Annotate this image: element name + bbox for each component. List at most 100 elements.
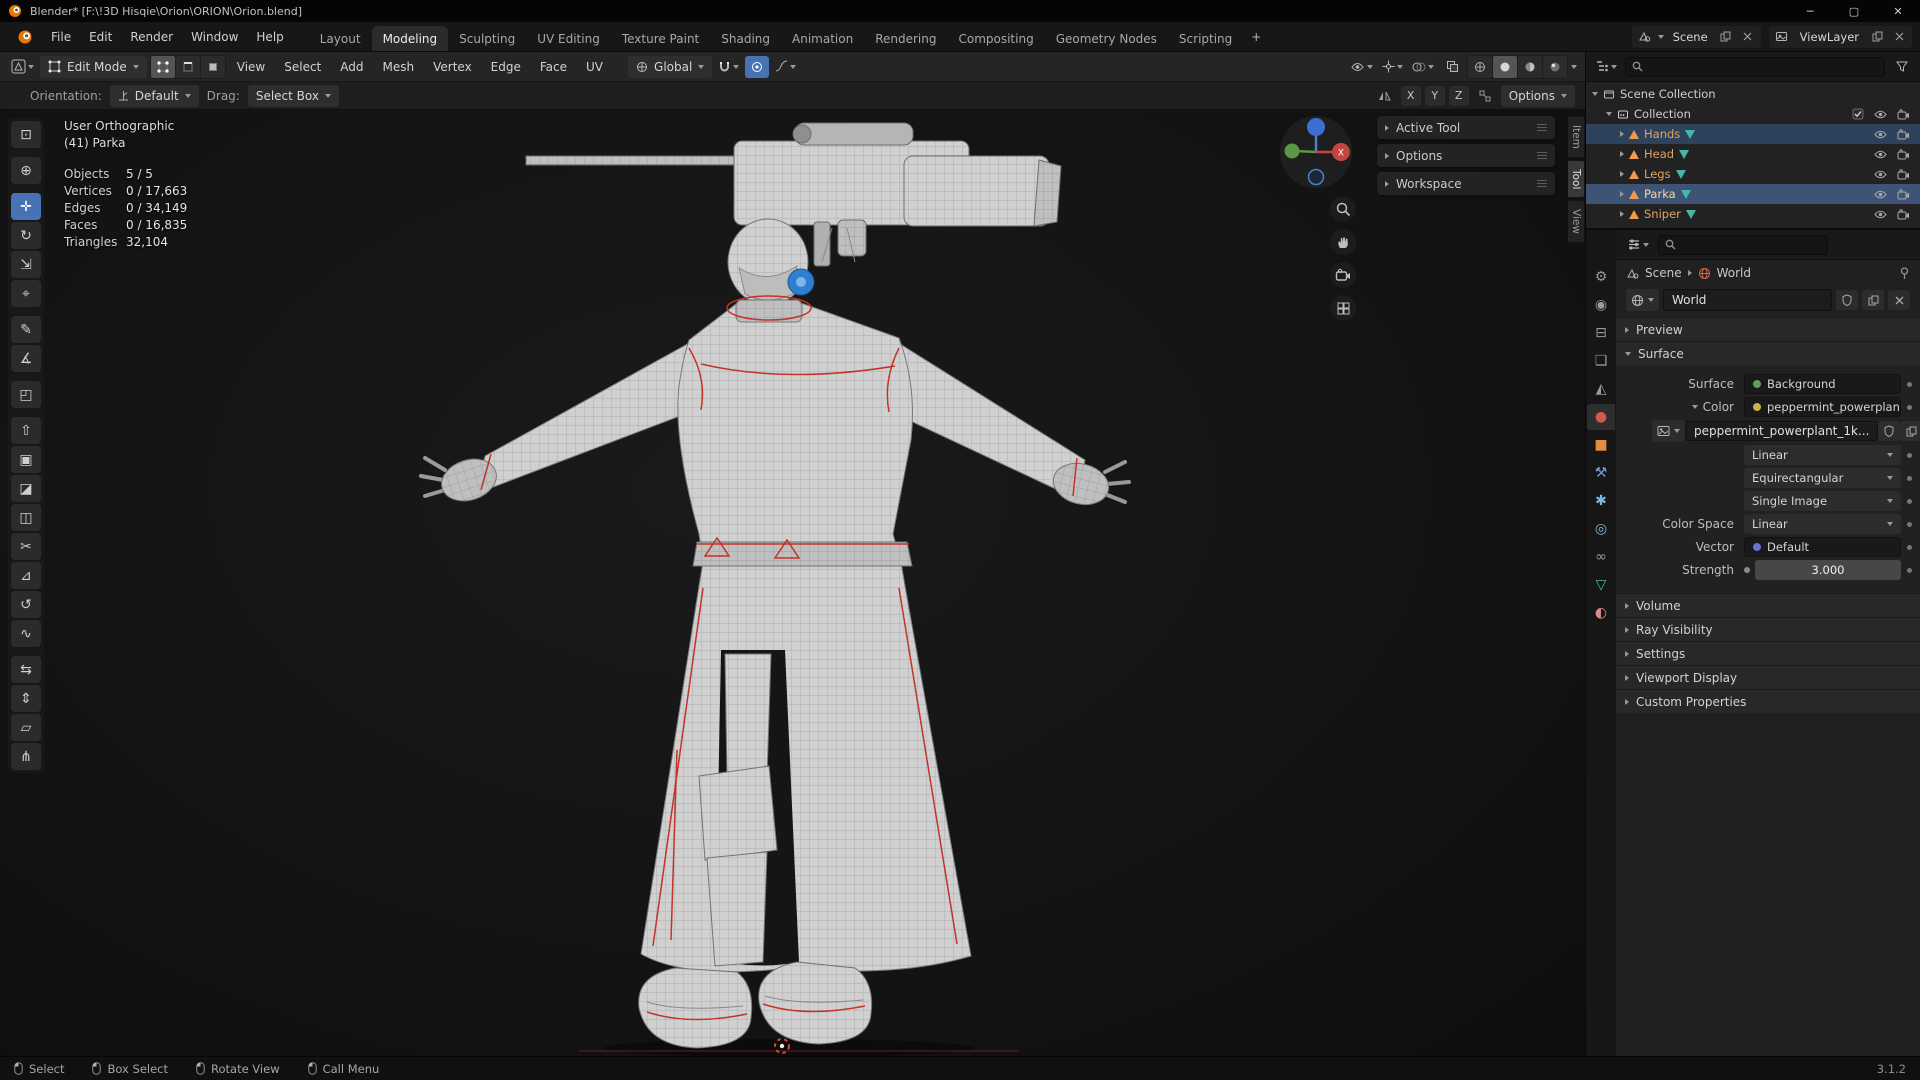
tool-button[interactable]: ▱ [11,714,41,741]
n-panel-tab[interactable]: Item [1568,116,1585,158]
mirror-axis-toggle[interactable]: X [1400,85,1421,106]
n-panel-tab[interactable]: Tool [1568,159,1585,199]
snap-settings-icon[interactable] [1473,85,1497,107]
transform-orientation-dropdown[interactable]: Global [628,55,713,78]
hide-viewport-eye-icon[interactable] [1873,129,1888,140]
properties-tab[interactable]: ◐ [1587,600,1615,626]
decorator-dot-icon[interactable] [1907,404,1912,410]
mirror-axis-toggle[interactable]: Y [1424,85,1445,106]
image-name-field[interactable]: peppermint_powerplant_1k... [1685,421,1879,441]
options-dropdown[interactable]: Options [1500,84,1575,107]
snap-toggle-button[interactable] [715,56,742,78]
hide-viewport-eye-icon[interactable] [1873,169,1888,180]
expand-icon[interactable] [1620,211,1624,217]
workspace-tab[interactable]: Layout [309,26,372,51]
camera-view-icon[interactable] [1330,262,1356,288]
show-overlays-button[interactable] [1409,56,1437,78]
face-select-mode-button[interactable] [200,55,225,78]
tool-button[interactable]: ∿ [11,620,41,647]
tool-button[interactable]: ⌖ [11,280,41,307]
n-panel-header[interactable]: Workspace [1377,172,1555,195]
properties-tab[interactable]: ∞ [1587,544,1615,570]
drag-setting-dropdown[interactable]: Select Box [247,84,339,107]
mode-dropdown[interactable]: Edit Mode [40,55,147,78]
menu-item[interactable]: Window [182,22,247,51]
browse-world-button[interactable] [1626,289,1659,311]
add-workspace-button[interactable]: + [1243,22,1269,51]
expand-icon[interactable] [1620,191,1624,197]
workspace-tab[interactable]: Scripting [1168,26,1243,51]
collapsed-panel-header[interactable]: Viewport Display [1616,665,1920,689]
outliner-search-input[interactable] [1625,56,1885,77]
expand-icon[interactable] [1620,151,1624,157]
workspace-tab[interactable]: Modeling [371,26,449,51]
workspace-tab[interactable]: Rendering [864,26,947,51]
projection-dropdown[interactable]: Equirectangular [1744,468,1901,488]
object-name[interactable]: Parka [1644,187,1676,201]
source-dropdown[interactable]: Single Image [1744,491,1901,511]
viewport-menu-item[interactable]: Edge [483,56,529,78]
viewport-menu-item[interactable]: Vertex [425,56,480,78]
xray-toggle-button[interactable] [1440,56,1464,78]
tool-button[interactable]: ⊿ [11,562,41,589]
shading-solid-button[interactable] [1493,55,1517,78]
world-name-field[interactable]: World [1663,289,1832,311]
properties-tab[interactable]: ◉ [1587,292,1615,318]
menu-item[interactable]: File [42,22,80,51]
menu-item[interactable]: Edit [80,22,121,51]
tool-button[interactable]: ∡ [11,345,41,372]
disable-render-camera-icon[interactable] [1897,148,1910,160]
tool-button[interactable]: ◫ [11,504,41,531]
tool-button[interactable]: ↺ [11,591,41,618]
properties-tab[interactable]: ✱ [1587,488,1615,514]
collapsed-panel-header[interactable]: Custom Properties [1616,689,1920,713]
tool-button[interactable]: ⊕ [11,157,41,184]
object-type-visibility-button[interactable] [1347,56,1376,78]
tool-button[interactable]: ✎ [11,316,41,343]
unlink-world-icon[interactable] [1888,290,1910,310]
properties-search-input[interactable] [1658,234,1828,255]
tool-button[interactable]: ⇲ [11,251,41,278]
n-panel-header[interactable]: Options [1377,144,1555,167]
breadcrumb-world[interactable]: World [1717,266,1751,280]
expand-icon[interactable] [1620,131,1624,137]
tool-button[interactable]: ⇆ [11,656,41,683]
tool-button[interactable]: ✂ [11,533,41,560]
viewport-menu-item[interactable]: Add [332,56,371,78]
gizmo-y-axis[interactable] [1284,143,1300,159]
expand-icon[interactable] [1592,92,1598,96]
outliner-object-row[interactable]: Parka [1586,184,1920,204]
collection-row[interactable]: Collection [1586,104,1920,124]
tool-button[interactable]: ▣ [11,446,41,473]
gizmo-z-axis[interactable] [1307,118,1325,136]
collapsed-panel-header[interactable]: Ray Visibility [1616,617,1920,641]
exclude-checkbox-icon[interactable] [1852,108,1864,120]
surface-shader-field[interactable]: Background [1744,374,1901,394]
properties-tab[interactable]: ⚒ [1587,460,1615,486]
workspace-tab[interactable]: Sculpting [448,26,526,51]
properties-tab[interactable]: ⚙ [1587,264,1615,290]
scene-selector[interactable]: Scene [1631,25,1761,48]
mirror-icon[interactable] [1373,85,1397,107]
mirror-axis-toggle[interactable]: Z [1448,85,1469,106]
disable-render-camera-icon[interactable] [1897,188,1910,200]
perspective-grid-icon[interactable] [1330,295,1356,321]
outliner-object-row[interactable]: Legs [1586,164,1920,184]
decorator-dot-icon[interactable] [1907,567,1912,573]
disable-render-camera-icon[interactable] [1897,168,1910,180]
collapsed-panel-header[interactable]: Settings [1616,641,1920,665]
edge-select-mode-button[interactable] [175,55,200,78]
orientation-setting-dropdown[interactable]: Default [109,84,199,107]
editor-type-button[interactable] [8,56,37,78]
properties-tab[interactable]: ⊟ [1587,320,1615,346]
tool-button[interactable]: ⋔ [11,743,41,770]
viewlayer-selector[interactable]: ViewLayer [1768,25,1912,48]
decorator-dot-icon[interactable] [1907,544,1912,550]
collapsed-panel-header[interactable]: Volume [1616,593,1920,617]
panel-surface-header[interactable]: Surface [1616,341,1920,365]
menu-item[interactable]: Render [121,22,182,51]
minimize-button[interactable]: ─ [1788,0,1832,22]
tool-button[interactable]: ⊡ [11,121,41,148]
shading-dropdown-icon[interactable] [1571,64,1577,69]
hide-viewport-eye-icon[interactable] [1873,189,1888,200]
